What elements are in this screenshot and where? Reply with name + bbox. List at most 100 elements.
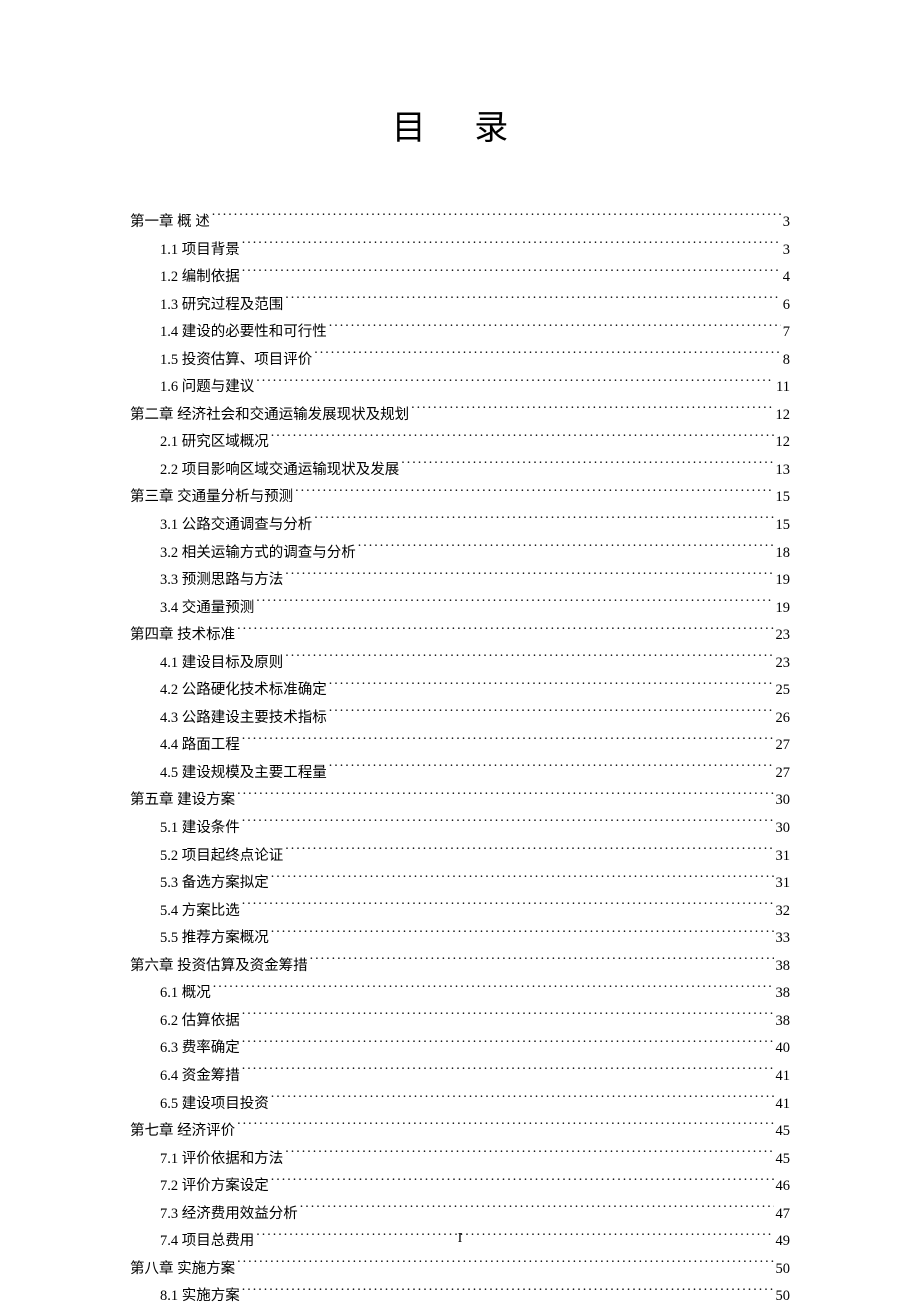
toc-leader [285,294,781,309]
toc-entry: 2.2 项目影响区域交通运输现状及发展13 [130,457,790,485]
toc-label: 6.2 估算依据 [160,1008,240,1036]
toc-label: 2.1 研究区域概况 [160,429,269,457]
toc-leader [358,542,774,557]
toc-leader [329,680,774,695]
toc-label: 1.4 建设的必要性和可行性 [160,319,327,347]
toc-leader [242,1286,774,1301]
toc-page: 33 [776,925,791,953]
toc-label: 6.1 概况 [160,980,211,1008]
toc-label: 7.1 评价依据和方法 [160,1146,283,1174]
toc-entry: 5.2 项目起终点论证31 [130,843,790,871]
toc-label: 3.1 公路交通调查与分析 [160,512,312,540]
toc-page: 23 [776,622,791,650]
toc-label: 第三章 交通量分析与预测 [130,484,293,512]
toc-label: 5.1 建设条件 [160,815,240,843]
toc-leader [242,900,774,915]
toc-label: 3.4 交通量预测 [160,595,254,623]
toc-label: 5.4 方案比选 [160,898,240,926]
toc-label: 1.3 研究过程及范围 [160,292,283,320]
toc-label: 7.2 评价方案设定 [160,1173,269,1201]
toc-leader [285,845,773,860]
toc-entry: 4.2 公路硬化技术标准确定25 [130,677,790,705]
toc-entry: 1.3 研究过程及范围6 [130,292,790,320]
toc-label: 5.2 项目起终点论证 [160,843,283,871]
toc-leader [242,818,774,833]
toc-label: 第六章 投资估算及资金筹措 [130,953,308,981]
toc-entry: 4.4 路面工程27 [130,732,790,760]
toc-entry: 7.2 评价方案设定 46 [130,1173,790,1201]
toc-entry: 4.1 建设目标及原则 23 [130,650,790,678]
toc-label: 1.1 项目背景 [160,237,240,265]
toc-leader [237,790,773,805]
toc-leader [329,322,781,337]
toc-entry: 4.5 建设规模及主要工程量27 [130,760,790,788]
toc-entry: 第八章 实施方案50 [130,1256,790,1284]
toc-page: 46 [776,1173,791,1201]
table-of-contents: 第一章 概 述31.1 项目背景31.2 编制依据41.3 研究过程及范围61.… [130,209,790,1311]
toc-page: 11 [776,374,790,402]
toc-entry: 1.1 项目背景 3 [130,237,790,265]
toc-page: 41 [776,1063,791,1091]
toc-label: 第五章 建设方案 [130,787,235,815]
toc-leader [256,597,773,612]
toc-page: 45 [776,1146,791,1174]
toc-entry: 1.6 问题与建议 11 [130,374,790,402]
toc-page: 23 [776,650,791,678]
page-number: I [0,1231,920,1247]
toc-entry: 6.5 建设项目投资41 [130,1091,790,1119]
toc-entry: 5.4 方案比选 32 [130,898,790,926]
toc-page: 26 [776,705,791,733]
toc-leader [242,1065,774,1080]
toc-page: 27 [776,732,791,760]
toc-entry: 第六章 投资估算及资金筹措38 [130,953,790,981]
toc-label: 7.3 经济费用效益分析 [160,1201,298,1229]
toc-entry: 1.4 建设的必要性和可行性 7 [130,319,790,347]
toc-page: 40 [776,1035,791,1063]
toc-leader [411,404,773,419]
toc-label: 3.3 预测思路与方法 [160,567,283,595]
toc-page: 18 [776,540,791,568]
toc-entry: 1.2 编制依据4 [130,264,790,292]
toc-page: 15 [776,512,791,540]
page-title: 目 录 [130,100,790,149]
toc-entry: 第七章 经济评价45 [130,1118,790,1146]
toc-page: 15 [776,484,791,512]
toc-label: 1.2 编制依据 [160,264,240,292]
toc-leader [213,983,774,998]
toc-label: 第一章 概 述 [130,209,210,237]
toc-page: 7 [783,319,790,347]
toc-leader [285,570,773,585]
toc-entry: 6.2 估算依据 38 [130,1008,790,1036]
toc-page: 30 [776,815,791,843]
toc-page: 8 [783,347,790,375]
toc-entry: 第四章 技术标准23 [130,622,790,650]
toc-label: 4.5 建设规模及主要工程量 [160,760,327,788]
toc-label: 4.1 建设目标及原则 [160,650,283,678]
toc-label: 2.2 项目影响区域交通运输现状及发展 [160,457,399,485]
toc-entry: 第一章 概 述3 [130,209,790,237]
toc-label: 3.2 相关运输方式的调查与分析 [160,540,356,568]
toc-label: 第二章 经济社会和交通运输发展现状及规划 [130,402,409,430]
toc-leader [256,377,774,392]
toc-label: 5.5 推荐方案概况 [160,925,269,953]
toc-entry: 2.1 研究区域概况12 [130,429,790,457]
toc-entry: 3.1 公路交通调查与分析 15 [130,512,790,540]
toc-page: 19 [776,595,791,623]
toc-label: 5.3 备选方案拟定 [160,870,269,898]
toc-page: 38 [776,980,791,1008]
toc-page: 25 [776,677,791,705]
toc-entry: 3.2 相关运输方式的调查与分析 18 [130,540,790,568]
toc-label: 1.6 问题与建议 [160,374,254,402]
toc-leader [271,1093,774,1108]
toc-leader [310,955,774,970]
toc-label: 4.3 公路建设主要技术指标 [160,705,327,733]
toc-page: 41 [776,1091,791,1119]
toc-leader [237,625,773,640]
toc-entry: 第五章 建设方案30 [130,787,790,815]
toc-label: 6.4 资金筹措 [160,1063,240,1091]
toc-page: 32 [776,898,791,926]
toc-page: 38 [776,1008,791,1036]
toc-leader [271,432,774,447]
toc-page: 3 [783,237,790,265]
toc-leader [401,459,773,474]
